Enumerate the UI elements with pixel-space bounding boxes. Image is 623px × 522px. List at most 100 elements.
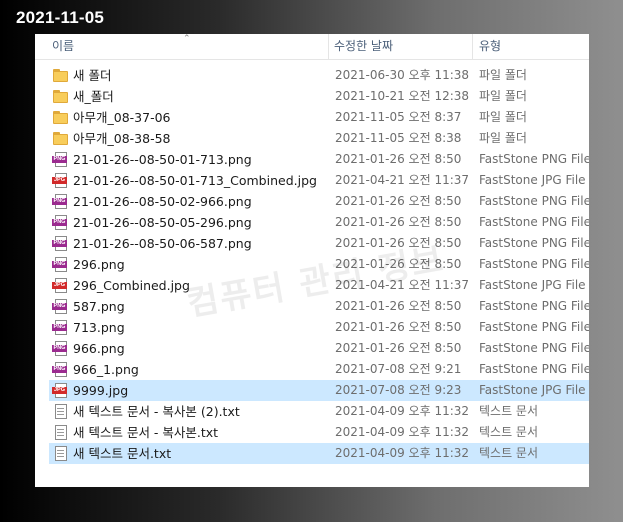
png-icon: PNG	[52, 299, 68, 314]
file-name[interactable]: 21-01-26--08-50-01-713_Combined.jpg	[73, 170, 317, 191]
file-name[interactable]: 21-01-26--08-50-05-296.png	[73, 212, 252, 233]
file-modified-date: 2021-04-21 오전 11:37	[335, 278, 470, 292]
file-row[interactable]: PNG 966_1.png 2021-07-08 오전 9:21 FastStone …	[49, 359, 589, 380]
file-type: FastStone JPG File	[479, 173, 586, 187]
png-icon: PNG	[52, 362, 68, 377]
txt-icon	[53, 425, 68, 440]
folder-icon	[53, 68, 68, 83]
file-modified-date: 2021-01-26 오전 8:50	[335, 320, 462, 334]
file-type: FastStone PNG File	[479, 215, 589, 229]
file-modified-date: 2021-01-26 오전 8:50	[335, 257, 462, 271]
file-name[interactable]: 새_폴더	[73, 86, 114, 107]
file-modified-date: 2021-10-21 오전 12:38	[335, 89, 470, 103]
file-type: FastStone JPG File	[479, 278, 586, 292]
file-modified-date: 2021-11-05 오전 8:38	[335, 131, 462, 145]
file-modified-date: 2021-04-09 오후 11:32	[335, 446, 470, 460]
file-name[interactable]: 9999.jpg	[73, 380, 128, 401]
file-name[interactable]: 966.png	[73, 338, 125, 359]
folder-icon	[53, 110, 68, 125]
file-modified-date: 2021-04-09 오후 11:32	[335, 404, 470, 418]
file-name[interactable]: 966_1.png	[73, 359, 139, 380]
file-name[interactable]: 21-01-26--08-50-06-587.png	[73, 233, 252, 254]
file-type: 파일 폴더	[479, 68, 527, 82]
png-icon: PNG	[52, 152, 68, 167]
jpg-icon: JPG	[52, 173, 68, 188]
column-divider[interactable]	[328, 34, 329, 60]
png-icon: PNG	[52, 215, 68, 230]
file-type: FastStone PNG File	[479, 320, 589, 334]
column-header-name[interactable]: 이름	[52, 34, 327, 60]
file-name[interactable]: 아무개_08-38-58	[73, 128, 171, 149]
png-icon: PNG	[52, 257, 68, 272]
file-row[interactable]: 새 텍스트 문서 - 복사본 (2).txt 2021-04-09 오후 11:3…	[49, 401, 589, 422]
column-header-date[interactable]: 수정한 날짜	[334, 34, 474, 60]
png-icon: PNG	[52, 341, 68, 356]
file-row[interactable]: JPG 296_Combined.jpg 2021-04-21 오전 11:37 Fa…	[49, 275, 589, 296]
file-type: FastStone JPG File	[479, 383, 586, 397]
file-row[interactable]: PNG 21-01-26--08-50-06-587.png 2021-01-26 …	[49, 233, 589, 254]
file-row[interactable]: PNG 21-01-26--08-50-05-296.png 2021-01-26 …	[49, 212, 589, 233]
file-name[interactable]: 21-01-26--08-50-02-966.png	[73, 191, 252, 212]
folder-icon	[53, 131, 68, 146]
file-modified-date: 2021-11-05 오전 8:37	[335, 110, 462, 124]
file-type: FastStone PNG File	[479, 362, 589, 376]
file-name[interactable]: 296.png	[73, 254, 125, 275]
file-row[interactable]: 아무개_08-37-06 2021-11-05 오전 8:37 파일 폴더	[49, 107, 589, 128]
file-explorer-window: ⌃ 이름 수정한 날짜 유형 새 폴더 2021-06-30 오후 11:38 파일…	[35, 34, 589, 487]
file-modified-date: 2021-01-26 오전 8:50	[335, 299, 462, 313]
file-row[interactable]: 새 폴더 2021-06-30 오후 11:38 파일 폴더	[49, 65, 589, 86]
file-modified-date: 2021-07-08 오전 9:23	[335, 383, 462, 397]
file-type: 파일 폴더	[479, 110, 527, 124]
png-icon: PNG	[52, 194, 68, 209]
column-divider[interactable]	[472, 34, 473, 60]
file-name[interactable]: 296_Combined.jpg	[73, 275, 190, 296]
jpg-icon: JPG	[52, 383, 68, 398]
file-row[interactable]: 새 텍스트 문서.txt 2021-04-09 오후 11:32 텍스트 문서	[49, 443, 589, 464]
folder-icon	[53, 89, 68, 104]
file-row[interactable]: PNG 713.png 2021-01-26 오전 8:50 FastStone PN…	[49, 317, 589, 338]
file-row[interactable]: 새_폴더 2021-10-21 오전 12:38 파일 폴더	[49, 86, 589, 107]
file-name[interactable]: 새 텍스트 문서 - 복사본 (2).txt	[73, 401, 240, 422]
file-modified-date: 2021-01-26 오전 8:50	[335, 341, 462, 355]
file-name[interactable]: 새 텍스트 문서 - 복사본.txt	[73, 422, 218, 443]
txt-icon	[53, 404, 68, 419]
file-type: 텍스트 문서	[479, 446, 539, 460]
file-row[interactable]: JPG 21-01-26--08-50-01-713_Combined.jpg 20…	[49, 170, 589, 191]
file-type: FastStone PNG File	[479, 299, 589, 313]
file-modified-date: 2021-06-30 오후 11:38	[335, 68, 470, 82]
file-name[interactable]: 새 폴더	[73, 65, 111, 86]
txt-icon	[53, 446, 68, 461]
file-type: FastStone PNG File	[479, 341, 589, 355]
jpg-icon: JPG	[52, 278, 68, 293]
file-name[interactable]: 새 텍스트 문서.txt	[73, 443, 171, 464]
file-type: 텍스트 문서	[479, 404, 539, 418]
file-type: FastStone PNG File	[479, 152, 589, 166]
file-row[interactable]: PNG 966.png 2021-01-26 오전 8:50 FastStone PN…	[49, 338, 589, 359]
file-row[interactable]: PNG 21-01-26--08-50-01-713.png 2021-01-26 …	[49, 149, 589, 170]
file-modified-date: 2021-01-26 오전 8:50	[335, 215, 462, 229]
file-name[interactable]: 587.png	[73, 296, 125, 317]
file-type: FastStone PNG File	[479, 257, 589, 271]
file-modified-date: 2021-04-09 오후 11:32	[335, 425, 470, 439]
file-type: FastStone PNG File	[479, 194, 589, 208]
file-modified-date: 2021-07-08 오전 9:21	[335, 362, 462, 376]
column-header-type[interactable]: 유형	[479, 34, 589, 60]
file-row[interactable]: 아무개_08-38-58 2021-11-05 오전 8:38 파일 폴더	[49, 128, 589, 149]
file-name[interactable]: 아무개_08-37-06	[73, 107, 171, 128]
png-icon: PNG	[52, 236, 68, 251]
file-name[interactable]: 713.png	[73, 317, 125, 338]
file-type: 파일 폴더	[479, 131, 527, 145]
file-name[interactable]: 21-01-26--08-50-01-713.png	[73, 149, 252, 170]
column-header: ⌃ 이름 수정한 날짜 유형	[35, 34, 589, 60]
file-modified-date: 2021-01-26 오전 8:50	[335, 194, 462, 208]
file-row[interactable]: 새 텍스트 문서 - 복사본.txt 2021-04-09 오후 11:32 텍스트…	[49, 422, 589, 443]
file-type: 파일 폴더	[479, 89, 527, 103]
file-type: 텍스트 문서	[479, 425, 539, 439]
file-modified-date: 2021-04-21 오전 11:37	[335, 173, 470, 187]
file-row[interactable]: PNG 296.png 2021-01-26 오전 8:50 FastStone PN…	[49, 254, 589, 275]
file-modified-date: 2021-01-26 오전 8:50	[335, 236, 462, 250]
file-row[interactable]: JPG 9999.jpg 2021-07-08 오전 9:23 FastStone J…	[49, 380, 589, 401]
file-modified-date: 2021-01-26 오전 8:50	[335, 152, 462, 166]
file-row[interactable]: PNG 587.png 2021-01-26 오전 8:50 FastStone PN…	[49, 296, 589, 317]
file-row[interactable]: PNG 21-01-26--08-50-02-966.png 2021-01-26 …	[49, 191, 589, 212]
